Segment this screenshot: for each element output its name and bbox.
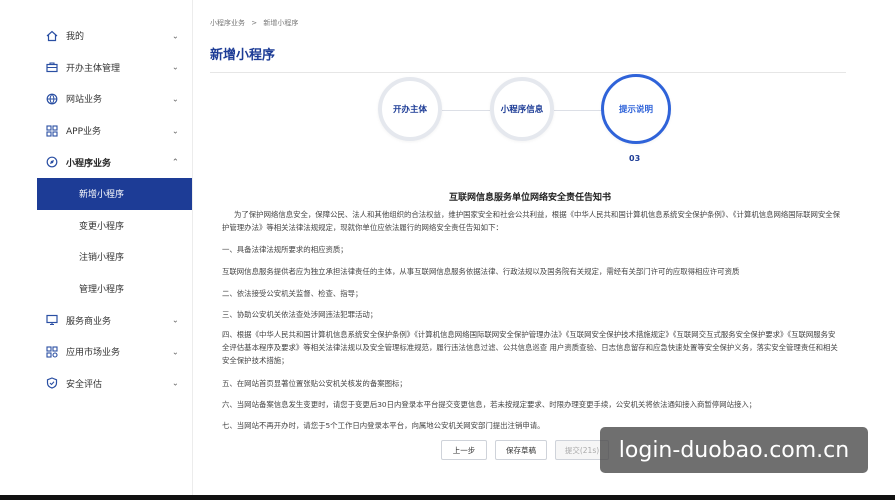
chevron-down-icon: ⌄ <box>172 62 179 72</box>
sidebar-subitem-manage-mini-program[interactable]: 管理小程序 <box>0 273 192 305</box>
sidebar-item-app[interactable]: APP业务 ⌄ <box>0 115 192 147</box>
sidebar-item-label: 开办主体管理 <box>66 63 121 74</box>
breadcrumb-separator: > <box>251 19 258 27</box>
breadcrumb-parent[interactable]: 小程序业务 <box>210 19 245 27</box>
sidebar-item-label: 小程序业务 <box>66 158 112 169</box>
sidebar-item-label: 变更小程序 <box>79 221 125 232</box>
doc-paragraph: 为了保护网络信息安全，保障公民、法人和其他组织的合法权益，维护国家安全和社会公共… <box>222 210 841 232</box>
doc-paragraph: 二、依法接受公安机关监督、检查、指导； <box>222 289 363 298</box>
prev-step-button[interactable]: 上一步 <box>441 440 487 460</box>
sidebar-subitem-cancel-mini-program[interactable]: 注销小程序 <box>0 241 192 273</box>
sidebar-item-label: 网站业务 <box>66 95 103 106</box>
sidebar-item-label: 我的 <box>66 32 85 43</box>
globe-icon <box>46 93 58 105</box>
breadcrumb-current: 新增小程序 <box>263 19 299 27</box>
watermark: login-duobao.com.cn <box>600 427 868 473</box>
sidebar-item-security-assessment[interactable]: 安全评估 ⌄ <box>0 368 192 400</box>
monitor-icon <box>46 314 58 326</box>
sidebar-item-service-provider[interactable]: 服务商业务 ⌄ <box>0 304 192 336</box>
step-instructions: 提示说明 <box>601 74 671 144</box>
sidebar: 我的 ⌄ 开办主体管理 ⌄ 网站业务 ⌄ APP业务 ⌄ 小程序业务 ⌃ 新增小… <box>0 0 193 500</box>
shield-icon <box>46 377 58 389</box>
step-mini-program-info: 小程序信息 <box>490 77 554 141</box>
sidebar-item-label: 新增小程序 <box>79 190 125 201</box>
compass-icon <box>46 156 58 168</box>
sidebar-item-label: 服务商业务 <box>66 316 112 327</box>
sidebar-item-label: 应用市场业务 <box>66 348 121 359</box>
sidebar-item-app-market[interactable]: 应用市场业务 ⌄ <box>0 336 192 368</box>
sidebar-subitem-add-mini-program[interactable]: 新增小程序 <box>37 177 192 210</box>
sidebar-item-label: 安全评估 <box>66 379 103 390</box>
chevron-down-icon: ⌄ <box>172 315 179 325</box>
grid-icon <box>46 125 58 137</box>
doc-title: 互联网信息服务单位网络安全责任告知书 <box>448 193 611 203</box>
sidebar-item-label: 注销小程序 <box>79 253 125 264</box>
sidebar-item-entity-management[interactable]: 开办主体管理 ⌄ <box>0 52 192 84</box>
chevron-down-icon: ⌄ <box>172 126 179 136</box>
title-divider <box>210 72 846 73</box>
home-icon <box>46 30 58 42</box>
doc-paragraph: 六、当网站备案信息发生变更时，请您于变更后30日内登录本平台提交变更信息，若未按… <box>222 400 757 409</box>
page-title: 新增小程序 <box>210 48 276 63</box>
chevron-down-icon: ⌄ <box>172 378 179 388</box>
step-entity: 开办主体 <box>378 77 442 141</box>
chevron-up-icon: ⌃ <box>172 157 179 167</box>
step-number: 03 <box>629 154 641 163</box>
doc-paragraph: 三、协助公安机关依法查处涉网违法犯罪活动； <box>222 310 378 319</box>
step-connector <box>442 110 490 111</box>
doc-paragraph: 互联网信息服务提供者应为独立承担法律责任的主体，从事互联网信息服务依据法律、行政… <box>222 267 740 276</box>
doc-paragraph: 五、在网站首页显著位置张贴公安机关核发的备案图标； <box>222 379 407 388</box>
chevron-down-icon: ⌄ <box>172 347 179 357</box>
chevron-down-icon: ⌄ <box>172 31 179 41</box>
save-draft-button[interactable]: 保存草稿 <box>495 440 547 460</box>
breadcrumb: 小程序业务 > 新增小程序 <box>210 18 298 28</box>
apps-icon <box>46 346 58 358</box>
sidebar-item-mine[interactable]: 我的 ⌄ <box>0 20 192 52</box>
briefcase-icon <box>46 61 58 73</box>
bottom-bar <box>0 495 895 500</box>
chevron-down-icon: ⌄ <box>172 94 179 104</box>
doc-paragraph: 一、具备法律法规所要求的相应资质； <box>222 245 348 254</box>
doc-paragraph: 四、根据《中华人民共和国计算机信息系统安全保护条例》《计算机信息网络国际联网安全… <box>222 330 838 365</box>
step-connector <box>554 110 602 111</box>
sidebar-item-mini-program[interactable]: 小程序业务 ⌃ <box>0 146 192 178</box>
sidebar-item-label: 管理小程序 <box>79 285 125 296</box>
sidebar-item-website[interactable]: 网站业务 ⌄ <box>0 83 192 115</box>
sidebar-subitem-change-mini-program[interactable]: 变更小程序 <box>0 210 192 242</box>
sidebar-item-label: APP业务 <box>66 127 102 138</box>
